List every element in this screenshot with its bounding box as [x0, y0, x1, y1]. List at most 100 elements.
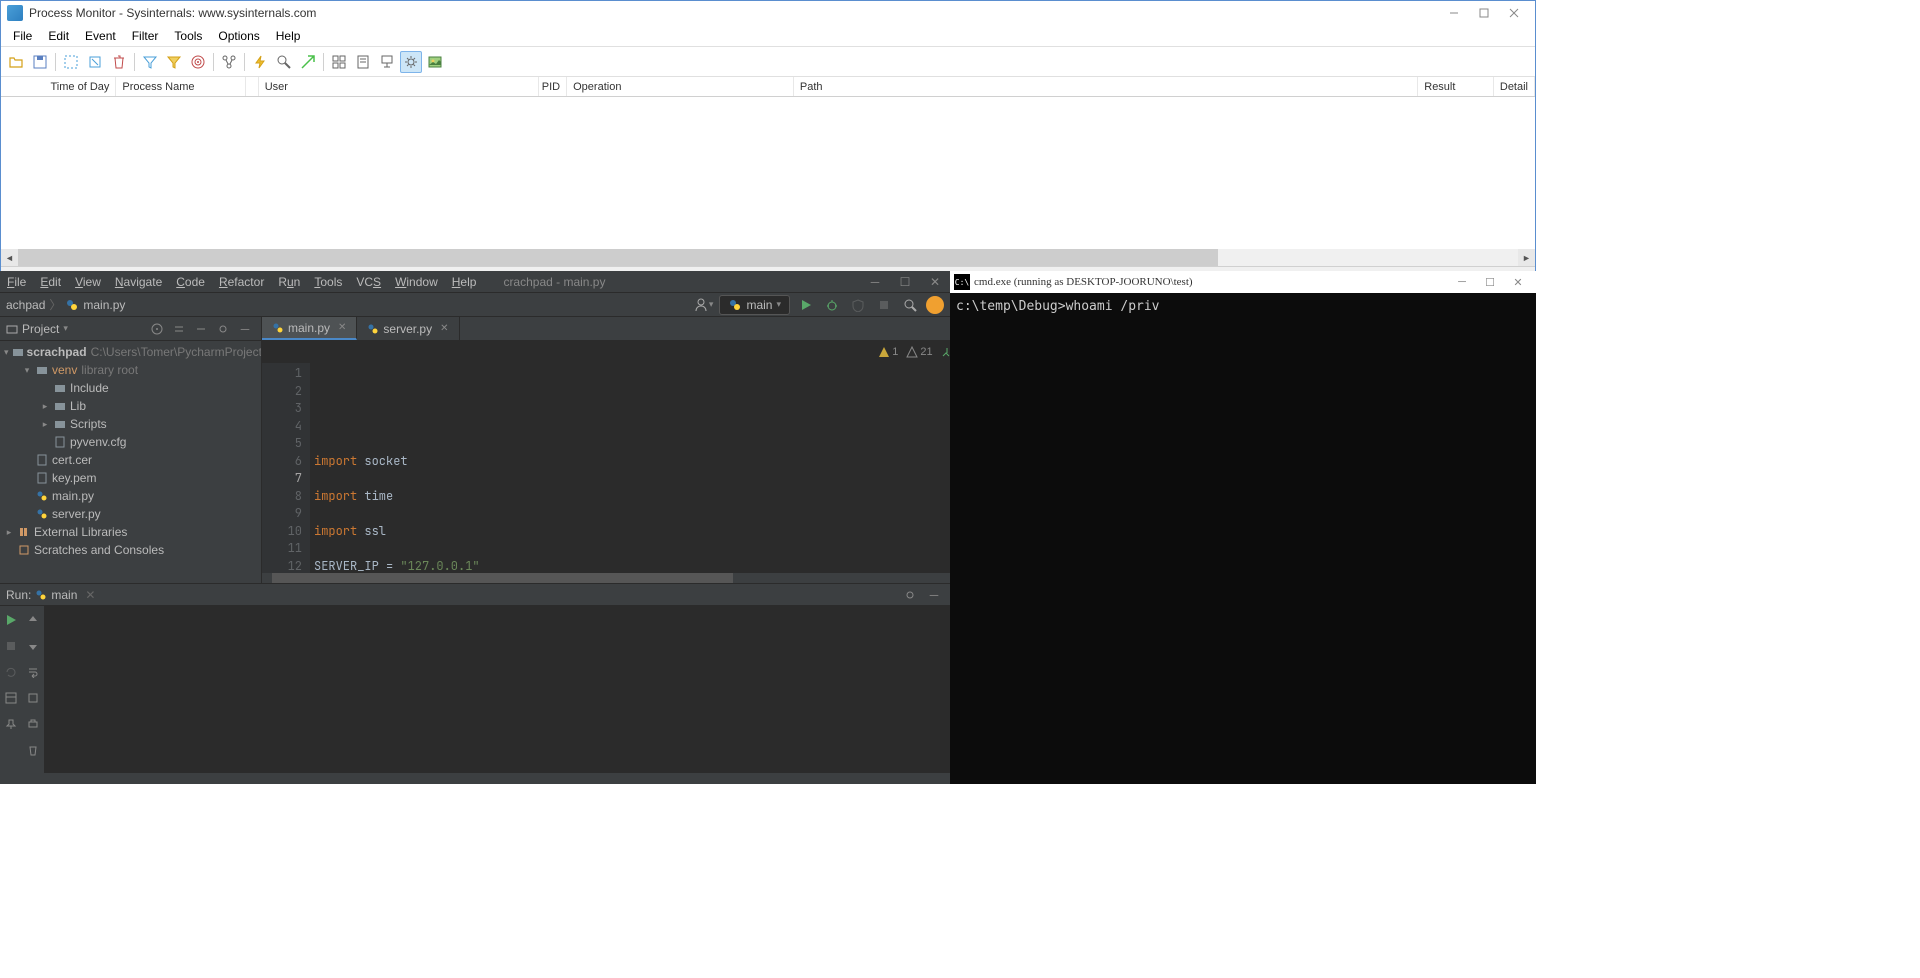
- autoscroll-button[interactable]: [84, 51, 106, 73]
- menu-help[interactable]: Help: [268, 27, 309, 45]
- run-tab-name[interactable]: main: [51, 588, 77, 602]
- tab-close-button[interactable]: ✕: [440, 323, 448, 334]
- close-button[interactable]: ✕: [920, 271, 950, 293]
- rerun-button[interactable]: [1, 610, 21, 630]
- col-path[interactable]: Path: [794, 77, 1418, 96]
- highlight-button[interactable]: [163, 51, 185, 73]
- col-operation[interactable]: Operation: [567, 77, 794, 96]
- tree-main[interactable]: main.py: [0, 487, 261, 505]
- scroll-left-button[interactable]: ◄: [1, 249, 18, 266]
- menu-file[interactable]: File: [5, 27, 40, 45]
- menu-help[interactable]: Help: [445, 275, 484, 289]
- minimize-button[interactable]: [1439, 3, 1469, 23]
- menu-edit[interactable]: Edit: [40, 27, 77, 45]
- project-title[interactable]: Project ▾: [6, 322, 147, 336]
- clear-button[interactable]: [108, 51, 130, 73]
- run-hide-button[interactable]: ─: [924, 585, 944, 605]
- processtree-button[interactable]: [218, 51, 240, 73]
- tree-external[interactable]: ▸ External Libraries: [0, 523, 261, 541]
- tab-close-button[interactable]: ✕: [338, 322, 346, 333]
- col-result[interactable]: Result: [1418, 77, 1494, 96]
- softwrap-button[interactable]: [23, 662, 43, 682]
- menu-navigate[interactable]: Navigate: [108, 275, 169, 289]
- ide-update-button[interactable]: [926, 296, 944, 314]
- project-tree[interactable]: ▾ scrachpad C:\Users\Tomer\PycharmProjec…: [0, 341, 261, 583]
- save-button[interactable]: [29, 51, 51, 73]
- menu-run[interactable]: Run: [271, 275, 307, 289]
- code-editor[interactable]: 12345678910111213 import socket import t…: [262, 363, 1031, 573]
- breadcrumb-item[interactable]: main.py: [83, 298, 125, 312]
- inspection-warnings[interactable]: 1: [878, 346, 898, 358]
- run-config-selector[interactable]: main ▾: [719, 295, 790, 315]
- procmon-hscrollbar[interactable]: ◄ ►: [1, 249, 1535, 266]
- minimize-button[interactable]: ─: [1448, 272, 1476, 292]
- add-user-button[interactable]: ▾: [693, 295, 713, 315]
- scroll-thumb[interactable]: [18, 249, 1218, 266]
- filesystem-button[interactable]: [352, 51, 374, 73]
- menu-vcs[interactable]: VCS: [349, 275, 388, 289]
- include-button[interactable]: [187, 51, 209, 73]
- menu-code[interactable]: Code: [169, 275, 212, 289]
- clear-button[interactable]: [23, 740, 43, 760]
- close-button[interactable]: [1499, 3, 1529, 23]
- run-settings-button[interactable]: [900, 585, 920, 605]
- tab-server[interactable]: server.py ✕: [357, 317, 459, 340]
- debug-button[interactable]: [822, 295, 842, 315]
- tree-include[interactable]: Include: [0, 379, 261, 397]
- close-button[interactable]: ✕: [1504, 272, 1532, 292]
- run-button[interactable]: [796, 295, 816, 315]
- run-output[interactable]: [44, 606, 950, 773]
- col-detail[interactable]: Detail: [1494, 77, 1535, 96]
- scroll-thumb[interactable]: [272, 573, 733, 583]
- coverage-button[interactable]: [848, 295, 868, 315]
- tree-venv[interactable]: ▾ venv library root: [0, 361, 261, 379]
- scroll-track[interactable]: [18, 249, 1518, 266]
- col-time[interactable]: Time of Day: [1, 77, 116, 96]
- settings-button[interactable]: [213, 319, 233, 339]
- select-opened-button[interactable]: [147, 319, 167, 339]
- tree-key[interactable]: key.pem: [0, 469, 261, 487]
- tree-lib[interactable]: ▸ Lib: [0, 397, 261, 415]
- maximize-button[interactable]: ☐: [1476, 272, 1504, 292]
- hide-button[interactable]: ─: [235, 319, 255, 339]
- col-pid[interactable]: PID: [539, 77, 567, 96]
- jump-button[interactable]: [297, 51, 319, 73]
- pin-button[interactable]: [1, 714, 21, 734]
- search-button[interactable]: [900, 295, 920, 315]
- menu-filter[interactable]: Filter: [124, 27, 167, 45]
- menu-tools[interactable]: Tools: [166, 27, 210, 45]
- maximize-button[interactable]: ☐: [890, 271, 920, 293]
- network-button[interactable]: [376, 51, 398, 73]
- menu-tools[interactable]: Tools: [307, 275, 349, 289]
- tree-root[interactable]: ▾ scrachpad C:\Users\Tomer\PycharmProjec…: [0, 343, 261, 361]
- scroll-right-button[interactable]: ►: [1518, 249, 1535, 266]
- tree-server[interactable]: server.py: [0, 505, 261, 523]
- procmon-event-list[interactable]: [1, 97, 1535, 249]
- search-button[interactable]: [273, 51, 295, 73]
- breadcrumb-item[interactable]: achpad: [6, 298, 45, 312]
- tab-main[interactable]: main.py ✕: [262, 317, 357, 340]
- menu-window[interactable]: Window: [388, 275, 445, 289]
- profiling-button[interactable]: [424, 51, 446, 73]
- print-button[interactable]: [23, 714, 43, 734]
- inspection-weak[interactable]: 21: [906, 346, 932, 358]
- editor-hscrollbar[interactable]: [262, 573, 1031, 583]
- process-button[interactable]: [400, 51, 422, 73]
- find-button[interactable]: [249, 51, 271, 73]
- scroll-button[interactable]: [23, 688, 43, 708]
- menu-view[interactable]: View: [68, 275, 108, 289]
- down-button[interactable]: [23, 636, 43, 656]
- registry-button[interactable]: [328, 51, 350, 73]
- col-spacer[interactable]: [246, 77, 259, 96]
- tree-pyvenv[interactable]: pyvenv.cfg: [0, 433, 261, 451]
- menu-file[interactable]: File: [0, 275, 33, 289]
- expand-button[interactable]: [169, 319, 189, 339]
- stop-button[interactable]: [1, 636, 21, 656]
- tree-scratches[interactable]: Scratches and Consoles: [0, 541, 261, 559]
- code-text[interactable]: import socket import time import ssl SER…: [310, 363, 1031, 573]
- filter-button[interactable]: [139, 51, 161, 73]
- minimize-button[interactable]: ─: [860, 271, 890, 293]
- col-process[interactable]: Process Name: [116, 77, 245, 96]
- menu-options[interactable]: Options: [210, 27, 267, 45]
- menu-edit[interactable]: Edit: [33, 275, 68, 289]
